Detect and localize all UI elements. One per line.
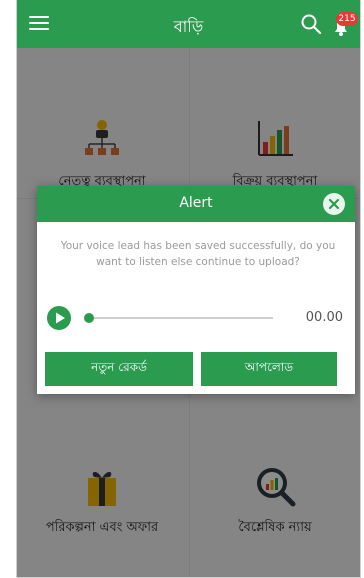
- close-icon: [328, 198, 340, 210]
- notification-button[interactable]: 215: [324, 8, 358, 42]
- close-button[interactable]: [323, 193, 345, 215]
- app-frame: বাড়ি 215 নেতৃত্ব ব্যবস্থাপনা বিক্রয় ব্…: [16, 0, 361, 578]
- app-bar: বাড়ি 215: [17, 0, 360, 48]
- dialog-title: Alert: [179, 195, 213, 211]
- dialog-message: Your voice lead has been saved successfu…: [60, 240, 336, 268]
- play-button[interactable]: [47, 306, 71, 330]
- notification-badge: 215: [336, 12, 358, 26]
- seekbar-knob[interactable]: [84, 313, 94, 323]
- audio-time: 00.00: [305, 310, 343, 325]
- play-icon: [56, 312, 65, 324]
- new-record-button[interactable]: নতুন রেকর্ড: [45, 352, 193, 386]
- audio-player: 00.00: [47, 306, 343, 330]
- search-icon[interactable]: [300, 13, 322, 35]
- alert-dialog: Alert Your voice lead has been saved suc…: [37, 186, 355, 394]
- dialog-header: Alert: [37, 186, 355, 222]
- home-screen: বাড়ি 215 নেতৃত্ব ব্যবস্থাপনা বিক্রয় ব্…: [17, 0, 360, 577]
- audio-seekbar[interactable]: [84, 313, 273, 323]
- upload-button[interactable]: আপলোড: [201, 352, 337, 386]
